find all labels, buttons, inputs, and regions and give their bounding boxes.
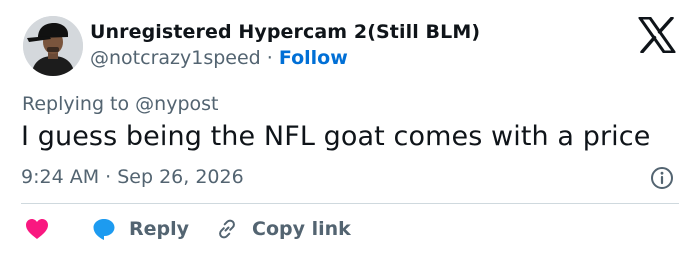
reply-button[interactable]: Reply (92, 214, 189, 244)
reply-context: Replying to @nypost (22, 93, 219, 115)
avatar-image (23, 16, 83, 76)
copy-link-label: Copy link (252, 218, 351, 240)
reply-label: Reply (129, 218, 190, 240)
heart-icon (26, 219, 48, 239)
tweet-card: Unregistered Hypercam 2(Still BLM) @notc… (0, 0, 700, 256)
handle-separator: · (266, 47, 273, 69)
author-handle[interactable]: @notcrazy1speed (90, 47, 261, 69)
follow-button[interactable]: Follow (279, 47, 348, 69)
x-logo-icon[interactable] (637, 17, 677, 53)
tweet-text: I guess being the NFL goat comes with a … (21, 121, 651, 152)
author-display-name[interactable]: Unregistered Hypercam 2(Still BLM) (90, 21, 480, 43)
speech-bubble-icon (93, 219, 115, 240)
link-icon (219, 219, 235, 239)
divider (21, 203, 679, 204)
avatar[interactable] (23, 16, 83, 76)
tweet-timestamp[interactable]: 9:24 AM · Sep 26, 2026 (21, 166, 244, 188)
author-handle-line: @notcrazy1speed · Follow (90, 47, 348, 69)
copy-link-button[interactable]: Copy link (215, 214, 351, 244)
like-button[interactable] (25, 214, 49, 244)
info-icon[interactable] (650, 166, 674, 190)
